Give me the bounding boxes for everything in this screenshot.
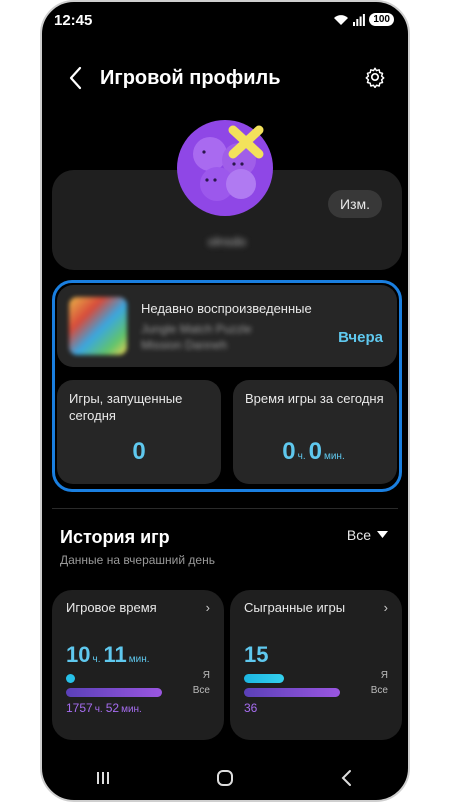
games-today-card: Игры, запущенные сегодня 0	[57, 380, 221, 484]
me-label: Я	[380, 670, 388, 681]
time-today-label: Время игры за сегодня	[245, 391, 384, 406]
chevron-right-icon: ›	[383, 600, 388, 615]
played-games-card[interactable]: Сыгранные игры › 15 Я Все 36	[230, 590, 402, 740]
gear-icon[interactable]	[364, 66, 386, 88]
time-today-value: 0 ч. 0 мин.	[282, 438, 345, 465]
play-time-card[interactable]: Игровое время › 10 ч. 11 мин. Я Все 1757 ч. 5…	[52, 590, 224, 740]
page-title: Игровой профиль	[100, 67, 281, 89]
recently-played-label: Недавно воспроизведенные	[141, 301, 312, 316]
phone-screen: 12:45 100 Игровой профиль Изм. olnsdo Не…	[40, 0, 410, 802]
wifi-icon	[334, 14, 349, 25]
status-time: 12:45	[54, 12, 93, 29]
status-icons: 100	[333, 13, 394, 26]
all-label: Все	[370, 685, 388, 696]
edit-profile-button[interactable]: Изм.	[328, 190, 382, 218]
back-icon[interactable]	[64, 64, 88, 92]
battery-icon: 100	[369, 13, 394, 26]
recents-button[interactable]	[83, 763, 123, 793]
games-today-label: Игры, запущенные сегодня	[69, 391, 183, 423]
recent-played-when: Вчера	[338, 329, 383, 346]
played-games-title: Сыгранные игры	[244, 600, 346, 615]
chevron-right-icon: ›	[205, 600, 210, 615]
play-time-title: Игровое время	[66, 600, 157, 615]
all-label: Все	[192, 685, 210, 696]
recent-game-name: Jungle Match Puzzle Mission Danneh	[141, 322, 252, 352]
played-games-all-bar	[244, 688, 340, 697]
app-header: Игровой профиль	[42, 60, 408, 96]
history-title: История игр	[60, 527, 170, 547]
history-subtitle: Данные на вчерашний день	[60, 553, 215, 567]
play-time-me-bar	[66, 674, 75, 683]
me-label: Я	[202, 670, 210, 681]
system-nav-bar	[42, 756, 408, 800]
status-bar: 12:45 100	[42, 12, 408, 34]
games-today-value: 0	[132, 438, 146, 465]
home-button[interactable]	[205, 763, 245, 793]
avatar[interactable]	[177, 120, 273, 216]
caret-down-icon	[377, 531, 388, 538]
home-icon	[217, 770, 233, 786]
history-filter-dropdown[interactable]: Все	[347, 527, 388, 543]
recents-icon	[97, 772, 109, 784]
game-thumbnail	[69, 297, 127, 355]
played-games-value: 15	[244, 642, 269, 667]
played-games-me-bar	[244, 674, 284, 683]
time-today-card: Время игры за сегодня 0 ч. 0 мин.	[233, 380, 397, 484]
recently-played-card[interactable]: Недавно воспроизведенные Jungle Match Pu…	[57, 285, 397, 367]
filter-label: Все	[346, 527, 371, 543]
back-nav-button[interactable]	[327, 763, 367, 793]
play-time-all-bar	[66, 688, 162, 697]
profile-nickname: olnsdo	[207, 234, 247, 249]
back-nav-icon	[341, 770, 351, 786]
section-divider	[52, 508, 398, 509]
signal-icon	[353, 13, 366, 26]
played-games-total: 36	[244, 701, 258, 715]
play-time-total: 1757 ч. 52 мин.	[66, 701, 142, 715]
play-time-value: 10 ч. 11 мин.	[66, 642, 150, 667]
